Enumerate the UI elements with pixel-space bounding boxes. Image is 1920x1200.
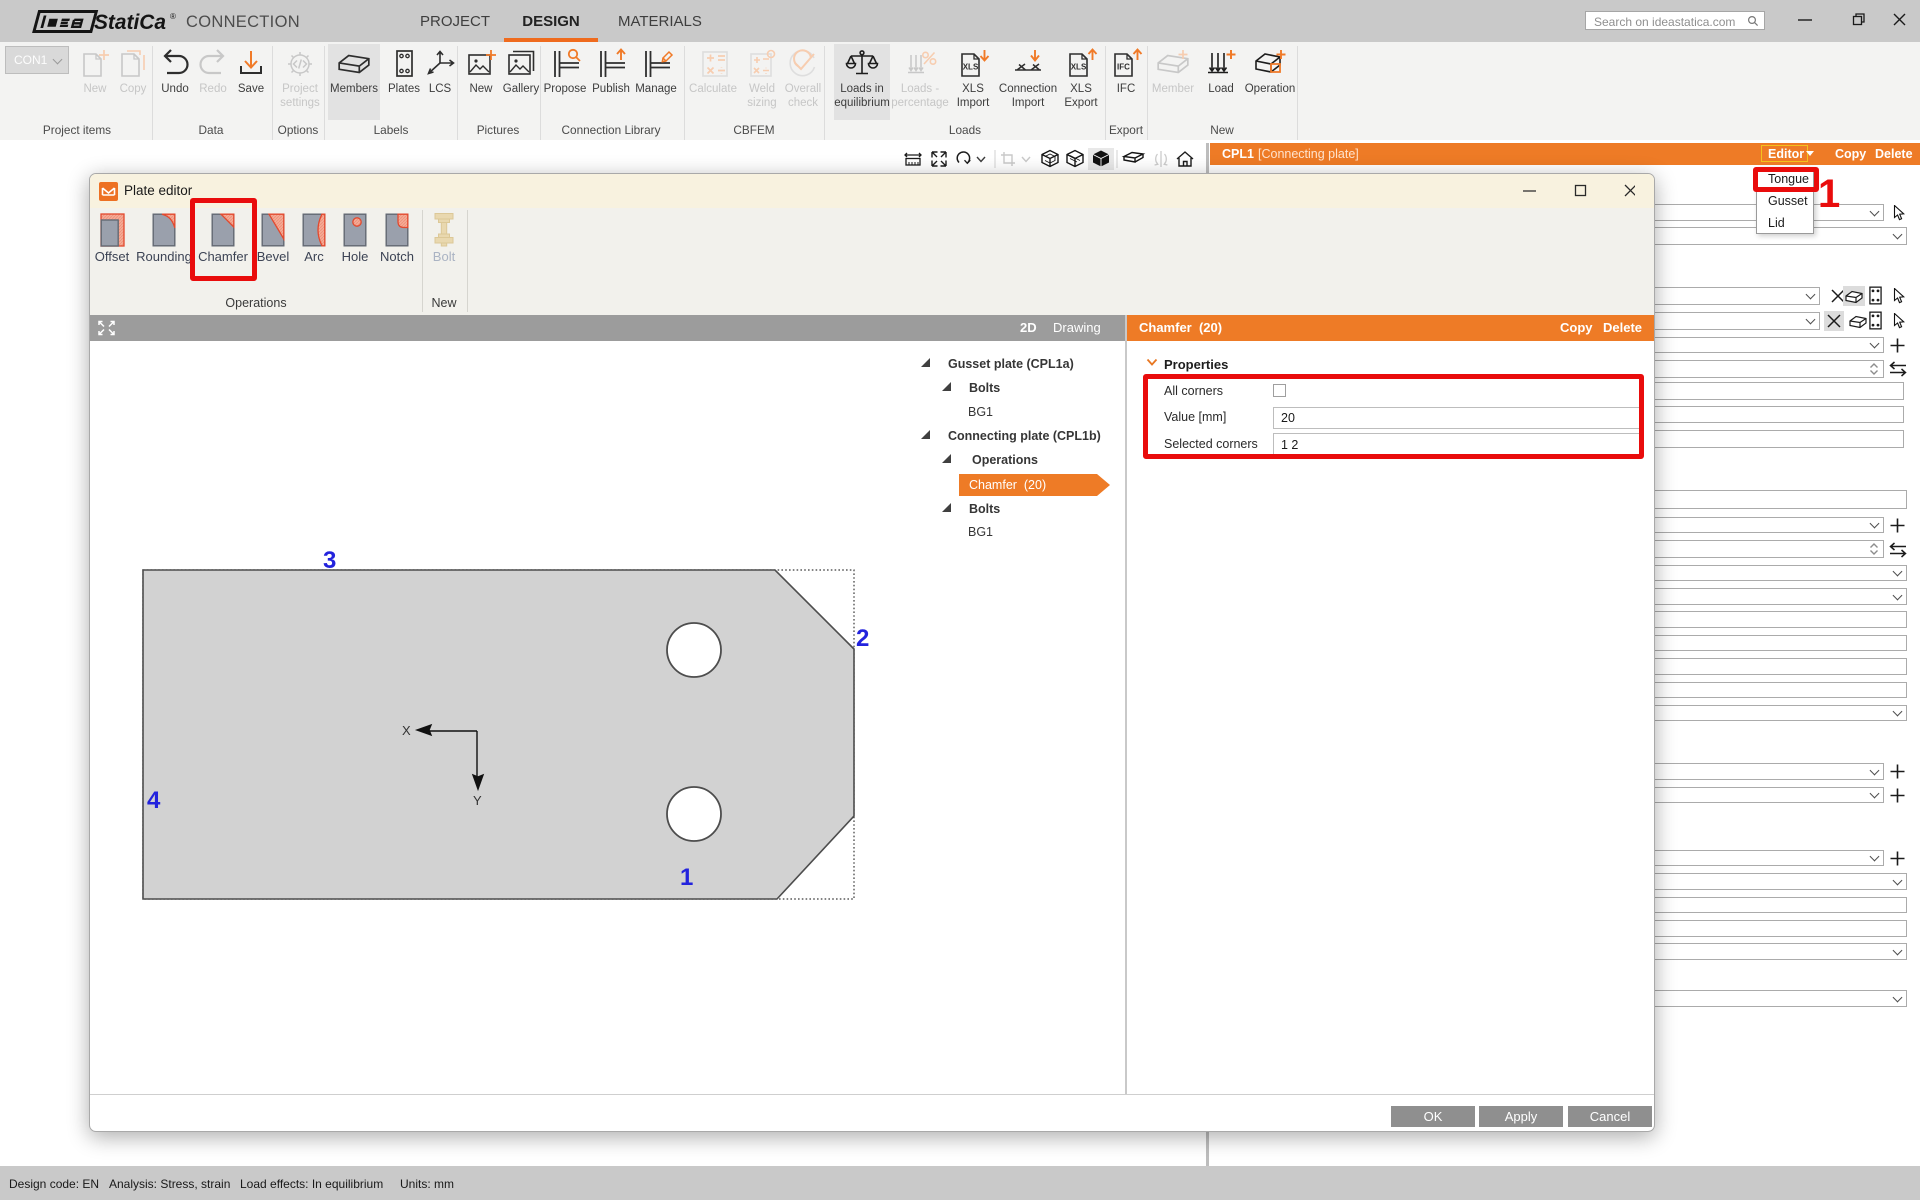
svg-text:XLS: XLS: [1071, 63, 1087, 72]
svg-text:1: 1: [680, 864, 693, 891]
svg-text:2: 2: [856, 625, 869, 652]
svg-text:4: 4: [147, 787, 161, 814]
svg-text:XLS: XLS: [963, 63, 979, 72]
svg-text:®: ®: [170, 12, 176, 21]
svg-text:StatiCa: StatiCa: [94, 11, 166, 34]
svg-text:3: 3: [323, 547, 336, 574]
svg-text:IFC: IFC: [1117, 63, 1130, 72]
svg-text:X: X: [402, 723, 411, 738]
svg-text:Y: Y: [473, 793, 482, 808]
